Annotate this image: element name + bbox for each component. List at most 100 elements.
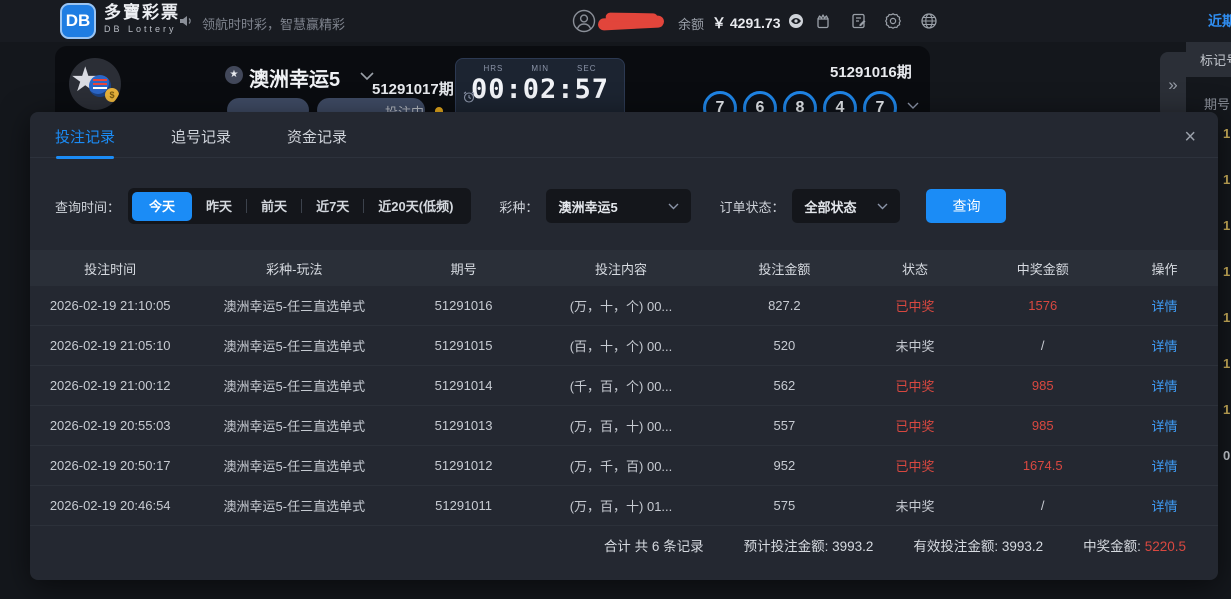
cell-issue: 51291015 [398, 338, 529, 353]
col-bet-time: 投注时间 [30, 259, 190, 278]
table-row: 2026-02-19 21:10:05 澳洲幸运5-任三直选单式 5129101… [30, 286, 1218, 326]
clipped-issue-digits: 1 1 1 1 1 1 1 0 [1223, 126, 1231, 494]
time-option-day-before[interactable]: 前天 [247, 192, 301, 221]
cell-content: (千，百，个) 00... [529, 376, 713, 395]
cell-game: 澳洲幸运5-任三直选单式 [190, 416, 398, 435]
cell-bet-time: 2026-02-19 20:46:54 [30, 498, 190, 513]
avatar-icon[interactable] [572, 9, 596, 33]
time-option-yesterday[interactable]: 昨天 [192, 192, 246, 221]
cell-content: (万，百，十) 01... [529, 496, 713, 515]
query-button[interactable]: 查询 [926, 189, 1006, 223]
favorite-star-icon[interactable]: ★ [225, 66, 243, 84]
balance-label: 余额 [678, 14, 704, 33]
table-header-row: 投注时间 彩种-玩法 期号 投注内容 投注金额 状态 中奖金额 操作 [30, 250, 1218, 286]
detail-link[interactable]: 详情 [1111, 296, 1218, 315]
panel-collapse-button[interactable]: » [1160, 52, 1186, 118]
cell-issue: 51291012 [398, 458, 529, 473]
col-action: 操作 [1111, 259, 1218, 278]
side-issue-label: 期号 [1204, 94, 1230, 113]
time-range-group: 今天 昨天 前天 近7天 近20天(低频) [128, 188, 471, 224]
cell-status: 已中奖 [856, 376, 975, 395]
detail-link[interactable]: 详情 [1111, 336, 1218, 355]
countdown-value: 00:02:57 [456, 74, 624, 105]
lottery-name[interactable]: 澳洲幸运5 [249, 63, 340, 92]
edge-digit: 1 [1223, 356, 1231, 402]
table-row: 2026-02-19 20:55:03 澳洲幸运5-任三直选单式 5129101… [30, 406, 1218, 446]
recent-draws-link[interactable]: 近期 [1208, 11, 1231, 31]
summary-total: 合计 共 6 条记录 [604, 535, 704, 555]
bet-records-table: 投注时间 彩种-玩法 期号 投注内容 投注金额 状态 中奖金额 操作 2026-… [30, 250, 1218, 564]
cell-game: 澳洲幸运5-任三直选单式 [190, 336, 398, 355]
brand-logo-text: DB [66, 11, 91, 31]
report-icon[interactable] [850, 12, 868, 30]
detail-link[interactable]: 详情 [1111, 376, 1218, 395]
col-prize: 中奖金额 [974, 259, 1111, 278]
table-row: 2026-02-19 20:50:17 澳洲幸运5-任三直选单式 5129101… [30, 446, 1218, 486]
globe-icon[interactable] [920, 12, 938, 30]
summary-prize-value: 5220.5 [1145, 539, 1186, 554]
order-status-select[interactable]: 全部状态 [792, 189, 900, 223]
brand-logo[interactable]: DB [60, 3, 96, 39]
cell-content: (万，千，百) 00... [529, 456, 713, 475]
collapse-results-icon[interactable] [907, 102, 919, 110]
eye-icon[interactable] [788, 13, 804, 29]
cell-amount: 827.2 [713, 298, 856, 313]
cell-content: (百，十，个) 00... [529, 336, 713, 355]
edge-digit: 1 [1223, 218, 1231, 264]
cell-issue: 51291014 [398, 378, 529, 393]
cell-prize: 1576 [974, 298, 1111, 313]
cell-issue: 51291011 [398, 498, 529, 513]
time-option-7days[interactable]: 近7天 [302, 192, 363, 221]
sec-label: SEC [577, 64, 596, 73]
rewards-icon[interactable] [814, 12, 832, 30]
balance-value: ￥ 4291.73 [712, 13, 781, 33]
summary-row: 合计 共 6 条记录 预计投注金额: 3993.2 有效投注金额: 3993.2… [30, 526, 1218, 564]
lottery-filter-label: 彩种： [499, 197, 538, 216]
edge-digit: 1 [1223, 126, 1231, 172]
announcement-text: 领航时时彩，智慧赢精彩 [202, 14, 345, 33]
brand-title: 多寶彩票 DB Lottery [104, 4, 180, 35]
cell-status: 未中奖 [856, 336, 975, 355]
cell-bet-time: 2026-02-19 21:05:10 [30, 338, 190, 353]
cell-bet-time: 2026-02-19 20:55:03 [30, 418, 190, 433]
time-option-today[interactable]: 今天 [132, 192, 192, 221]
min-label: MIN [531, 64, 549, 73]
status-filter-label: 订单状态： [719, 197, 784, 216]
cell-prize: 1674.5 [974, 458, 1111, 473]
time-option-20days[interactable]: 近20天(低频) [364, 192, 467, 221]
cell-bet-time: 2026-02-19 21:00:12 [30, 378, 190, 393]
cell-prize: / [974, 498, 1111, 513]
cell-prize: 985 [974, 378, 1111, 393]
close-icon[interactable]: × [1184, 126, 1196, 149]
col-game: 彩种-玩法 [190, 259, 398, 278]
cell-game: 澳洲幸运5-任三直选单式 [190, 376, 398, 395]
lottery-select[interactable]: 澳洲幸运5 [546, 189, 691, 223]
double-chevron-icon: » [1168, 75, 1177, 95]
cell-game: 澳洲幸运5-任三直选单式 [190, 456, 398, 475]
detail-link[interactable]: 详情 [1111, 456, 1218, 475]
coin-graphic: $ [105, 88, 119, 102]
current-issue: 51291017期 [372, 78, 454, 99]
tab-bet-records[interactable]: 投注记录 [55, 126, 115, 157]
cell-status: 已中奖 [856, 416, 975, 435]
speaker-icon [178, 13, 194, 29]
side-mark-label[interactable]: 标记号 [1200, 50, 1231, 69]
settings-gear-icon[interactable] [884, 12, 902, 30]
cell-content: (万，十，个) 00... [529, 296, 713, 315]
edge-digit: 1 [1223, 264, 1231, 310]
cell-status: 已中奖 [856, 296, 975, 315]
status-select-value: 全部状态 [804, 197, 856, 216]
cell-status: 未中奖 [856, 496, 975, 515]
detail-link[interactable]: 详情 [1111, 416, 1218, 435]
detail-link[interactable]: 详情 [1111, 496, 1218, 515]
tab-label: 资金记录 [287, 129, 347, 146]
tab-label: 追号记录 [171, 129, 231, 146]
tab-chase-records[interactable]: 追号记录 [171, 126, 231, 157]
bet-records-modal: 投注记录 追号记录 资金记录 × 查询时间： 今天 昨天 前天 近7天 近20天… [30, 112, 1218, 580]
tab-fund-records[interactable]: 资金记录 [287, 126, 347, 157]
screen: DB 多寶彩票 DB Lottery 领航时时彩，智慧赢精彩 余额 ￥ 4291… [0, 0, 1231, 599]
cell-issue: 51291013 [398, 418, 529, 433]
col-amount: 投注金额 [713, 259, 856, 278]
summary-expected: 预计投注金额: 3993.2 [744, 535, 874, 555]
cell-amount: 575 [713, 498, 856, 513]
